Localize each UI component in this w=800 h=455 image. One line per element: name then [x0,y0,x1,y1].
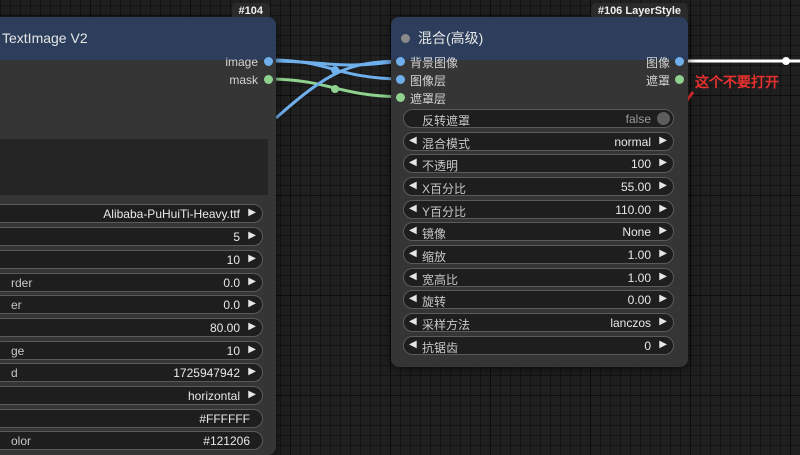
widget-value: horizontal [187,389,240,403]
arrow-left-icon[interactable]: ◀ [409,203,417,214]
wire-reroute-dot-blue [331,66,339,74]
toggle-knob-icon[interactable] [657,112,670,125]
widget-char-spacing[interactable]: 10 ▶ [0,250,263,269]
arrow-left-icon[interactable]: ◀ [409,135,417,146]
output-image-label: image [225,55,258,69]
widget-value: lanczos [610,316,651,330]
widget-value: 1.00 [627,271,651,285]
toggle-invert-mask[interactable]: 反转遮罩 false [403,109,674,128]
widget-scale[interactable]: ◀ 缩放 1.00 ▶ [403,245,674,264]
arrow-left-icon[interactable]: ◀ [409,293,417,304]
widget-value: 0.0 [223,276,240,290]
widget-range[interactable]: ge 10 ▶ [0,341,263,360]
input-image-layer-label: 图像层 [410,74,447,88]
widget-aspect-ratio[interactable]: ◀ 宽高比 1.00 ▶ [403,268,674,287]
arrow-left-icon[interactable]: ◀ [409,271,417,282]
arrow-left-icon[interactable]: ◀ [409,316,417,327]
node-title[interactable]: TextImage V2 [0,17,276,60]
arrow-right-icon[interactable]: ▶ [659,293,667,304]
arrow-right-icon[interactable]: ▶ [659,248,667,259]
input-mask-layer-socket[interactable] [396,93,405,102]
node-title-text: TextImage V2 [2,30,88,46]
arrow-right-icon[interactable]: ▶ [248,298,256,309]
widget-text-color[interactable]: #FFFFFF [0,409,263,428]
arrow-left-icon[interactable]: ◀ [409,248,417,259]
widget-value: 1725947942 [173,366,240,380]
arrow-left-icon[interactable]: ◀ [409,180,417,191]
arrow-right-icon[interactable]: ▶ [659,316,667,327]
toggle-value: false [625,112,651,126]
widget-value: 55.00 [620,180,651,194]
output-image-socket[interactable] [264,57,273,66]
widget-value: 80.00 [209,321,240,335]
arrow-right-icon[interactable]: ▶ [248,389,256,400]
widget-center[interactable]: er 0.0 ▶ [0,295,263,314]
widget-rotate[interactable]: ◀ 旋转 0.00 ▶ [403,290,674,309]
arrow-right-icon[interactable]: ▶ [659,203,667,214]
node-textimage[interactable]: #104 TextImage V2 image mask Alibaba-PuH… [0,3,276,455]
widget-antialias[interactable]: ◀ 抗锯齿 0 ▶ [403,336,674,355]
node-blend-advanced[interactable]: #106 LayerStyle 混合(高级) 背景图像 图像层 遮罩层 图像 遮… [391,3,688,367]
arrow-left-icon[interactable]: ◀ [409,225,417,236]
widget-line-spacing[interactable]: 5 ▶ [0,227,263,246]
arrow-right-icon[interactable]: ▶ [659,271,667,282]
input-background-image-label: 背景图像 [410,56,459,70]
widget-y-percent[interactable]: ◀ Y百分比 110.00 ▶ [403,200,674,219]
widget-value: #FFFFFF [199,412,250,426]
input-background-image-socket[interactable] [396,57,405,66]
widget-value: 10 [226,344,240,358]
output-mask-label: 遮罩 [645,74,670,88]
arrow-right-icon[interactable]: ▶ [248,253,256,264]
widget-blend-mode[interactable]: ◀ 混合模式 normal ▶ [403,132,674,151]
arrow-right-icon[interactable]: ▶ [248,230,256,241]
widget-opacity[interactable]: ◀ 不透明 100 ▶ [403,154,674,173]
widget-font-file[interactable]: Alibaba-PuHuiTi-Heavy.ttf ▶ [0,204,263,223]
arrow-left-icon[interactable]: ◀ [409,157,417,168]
widget-value: None [622,225,651,239]
widget-sampling-method[interactable]: ◀ 采样方法 lanczos ▶ [403,313,674,332]
widget-value: 5 [233,230,240,244]
arrow-right-icon[interactable]: ▶ [659,180,667,191]
widget-font-size[interactable]: 80.00 ▶ [0,318,263,337]
widget-value: 0.0 [223,298,240,312]
arrow-right-icon[interactable]: ▶ [659,225,667,236]
output-mask-socket[interactable] [264,75,273,84]
widget-value: 100 [630,157,651,171]
widget-value: Alibaba-PuHuiTi-Heavy.ttf [103,207,240,221]
arrow-right-icon[interactable]: ▶ [659,157,667,168]
output-mask-socket[interactable] [675,75,684,84]
widget-value: 0 [644,339,651,353]
collapse-dot-icon[interactable] [401,34,410,43]
arrow-right-icon[interactable]: ▶ [248,344,256,355]
wire-reroute-dot-green [331,85,339,93]
widget-value: 0.00 [627,293,651,307]
arrow-right-icon[interactable]: ▶ [248,366,256,377]
wire-output-end [782,57,790,65]
widget-value: 10 [226,253,240,267]
widget-value: 110.00 [615,203,651,217]
widget-mirror[interactable]: ◀ 镜像 None ▶ [403,222,674,241]
annotation-note: 这个不要打开 [695,75,779,91]
output-mask-label: mask [229,73,258,87]
arrow-left-icon[interactable]: ◀ [409,339,417,350]
widget-x-percent[interactable]: ◀ X百分比 55.00 ▶ [403,177,674,196]
arrow-right-icon[interactable]: ▶ [659,135,667,146]
arrow-right-icon[interactable]: ▶ [248,321,256,332]
input-image-layer-socket[interactable] [396,75,405,84]
output-image-socket[interactable] [675,57,684,66]
widget-value: #121206 [203,434,250,448]
widget-seed[interactable]: d 1725947942 ▶ [0,363,263,382]
arrow-right-icon[interactable]: ▶ [248,207,256,218]
arrow-right-icon[interactable]: ▶ [248,276,256,287]
arrow-right-icon[interactable]: ▶ [659,339,667,350]
widget-border[interactable]: rder 0.0 ▶ [0,273,263,292]
widget-background-color[interactable]: olor #121206 [0,431,263,450]
widget-value: normal [614,135,651,149]
widget-value: 1.00 [627,248,651,262]
input-mask-layer-label: 遮罩层 [410,92,447,106]
widget-layout[interactable]: horizontal ▶ [0,386,263,405]
text-content-area[interactable] [0,139,268,195]
output-image-label: 图像 [645,56,670,70]
